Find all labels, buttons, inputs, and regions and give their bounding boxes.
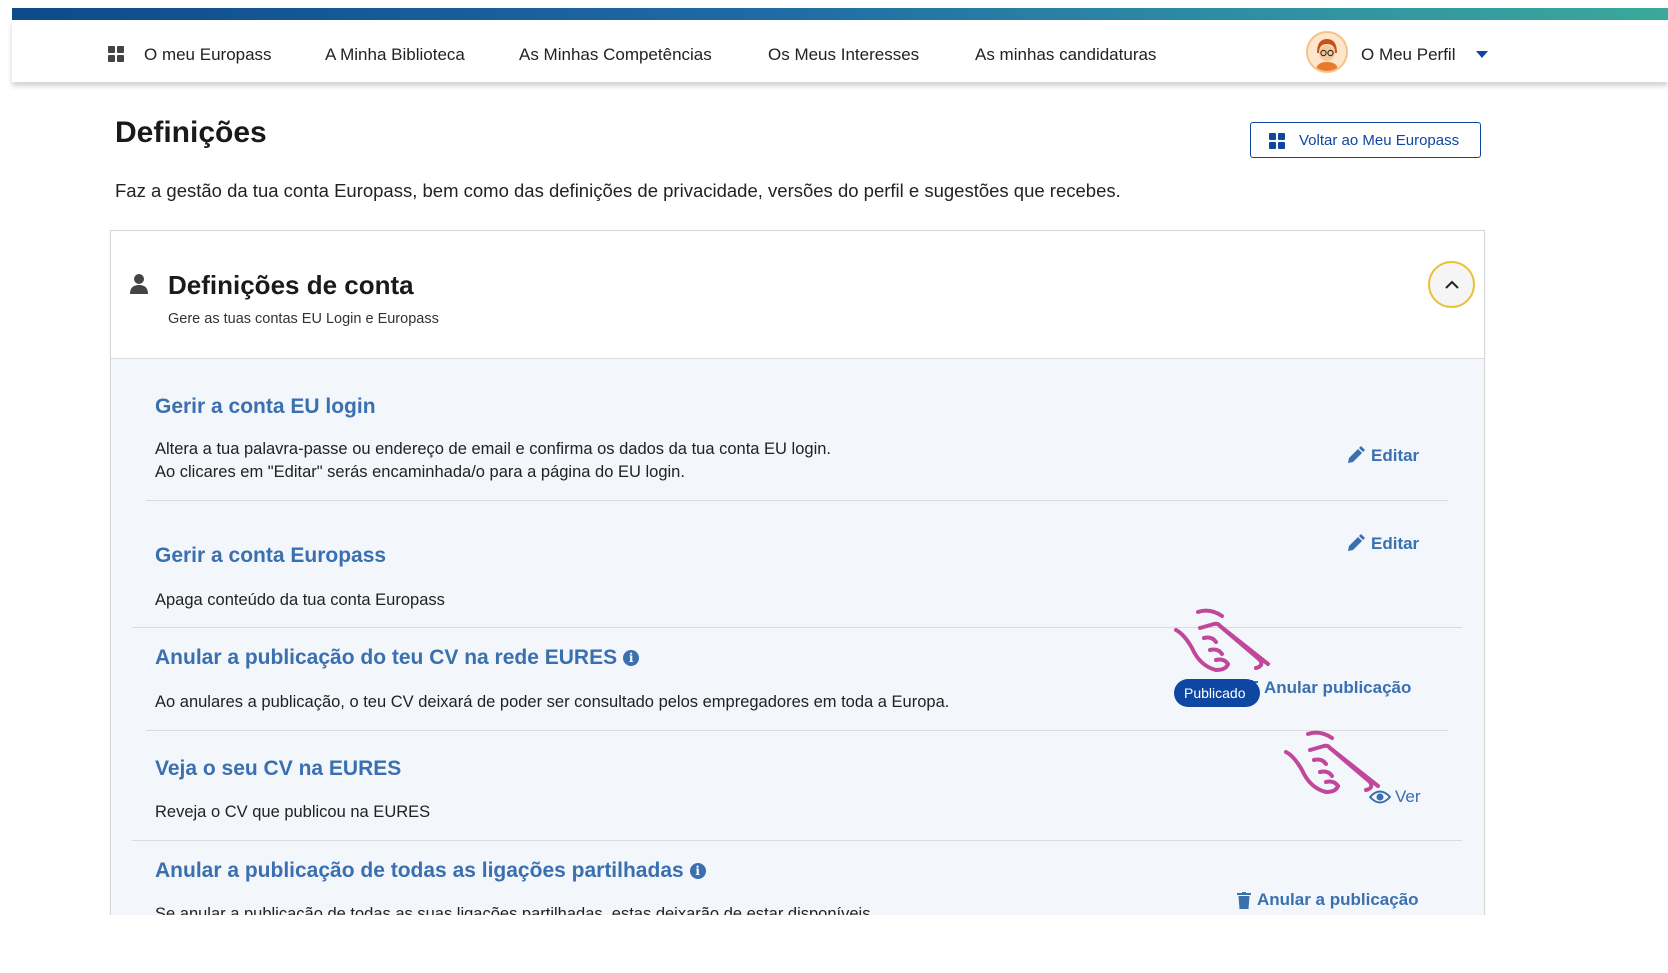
edit-europass-account-button[interactable]: Editar [1345, 534, 1419, 554]
nav-item-applications[interactable]: As minhas candidaturas [975, 45, 1156, 65]
unpublish-label: Anular publicação [1264, 678, 1412, 697]
info-icon[interactable]: i [689, 863, 706, 879]
row-title-unpublish-links-text: Anular a publicação de todas as ligações… [155, 859, 684, 882]
top-brand-bar [12, 8, 1668, 20]
page-description: Faz a gestão da tua conta Europass, bem … [115, 180, 1121, 201]
profile-menu[interactable]: O Meu Perfil [1361, 45, 1455, 65]
avatar-icon [1308, 33, 1346, 71]
unpublish-links-label: Anular a publicação [1257, 890, 1419, 909]
chevron-up-icon [1444, 280, 1459, 289]
row-text-europass-account: Apaga conteúdo da tua conta Europass [155, 591, 445, 609]
pointer-hand-icon [1284, 730, 1380, 794]
pencil-icon [1348, 446, 1365, 463]
person-icon [130, 274, 148, 294]
viewport-bottom-blank [0, 915, 1668, 973]
chevron-down-icon[interactable] [1476, 51, 1488, 58]
row-divider [146, 730, 1448, 731]
unpublish-eures-button[interactable]: Anular publicação [1244, 678, 1411, 698]
view-label: Ver [1395, 787, 1421, 806]
row-title-eu-login: Gerir a conta EU login [155, 395, 376, 418]
row-divider [132, 840, 1462, 841]
row-title-unpublish-links: Anular a publicação de todas as ligações… [155, 859, 706, 883]
row-title-unpublish-eures-text: Anular a publicação do teu CV na rede EU… [155, 646, 618, 669]
edit-eu-login-button[interactable]: Editar [1345, 446, 1419, 466]
nav-item-my-europass[interactable]: O meu Europass [144, 45, 272, 65]
row-title-view-eures-cv: Veja o seu CV na EURES [155, 757, 402, 780]
pointer-hand-icon [1174, 608, 1270, 672]
edit-label: Editar [1371, 534, 1420, 553]
back-button-label: Voltar ao Meu Europass [1299, 131, 1460, 149]
grid-icon [108, 46, 124, 62]
nav-item-skills[interactable]: As Minhas Competências [519, 45, 712, 65]
back-to-europass-button[interactable]: Voltar ao Meu Europass [1250, 122, 1481, 158]
grid-icon [1269, 133, 1285, 149]
row-text-unpublish-eures: Ao anulares a publicação, o teu CV deixa… [155, 693, 950, 711]
edit-label: Editar [1371, 446, 1420, 465]
nav-item-interests[interactable]: Os Meus Interesses [768, 45, 919, 65]
row-text-eu-login-1: Altera a tua palavra-passe ou endereço d… [155, 440, 831, 458]
section-subtitle: Gere as tuas contas EU Login e Europass [168, 311, 439, 327]
page-title: Definições [115, 116, 267, 149]
avatar[interactable] [1306, 31, 1348, 73]
collapse-section-button[interactable] [1428, 261, 1475, 308]
row-title-europass-account: Gerir a conta Europass [155, 544, 387, 567]
row-divider [146, 500, 1448, 501]
pencil-icon [1348, 534, 1365, 551]
nav-item-library[interactable]: A Minha Biblioteca [325, 45, 465, 65]
published-status-badge: Publicado [1174, 679, 1260, 707]
row-text-eu-login-2: Ao clicares em "Editar" serás encaminhad… [155, 463, 685, 481]
info-icon[interactable]: i [623, 650, 640, 666]
trash-icon [1237, 891, 1251, 909]
section-title: Definições de conta [168, 270, 414, 300]
row-title-unpublish-eures: Anular a publicação do teu CV na rede EU… [155, 646, 640, 670]
row-text-view-eures-cv: Reveja o CV que publicou na EURES [155, 803, 431, 821]
unpublish-links-button[interactable]: Anular a publicação [1237, 890, 1419, 910]
